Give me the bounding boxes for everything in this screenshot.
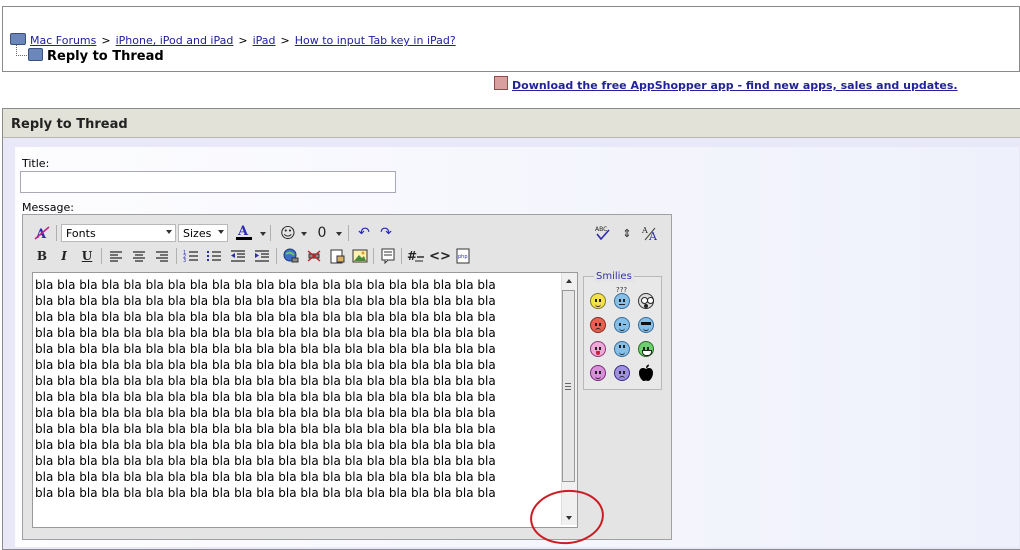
page-title-text: Reply to Thread bbox=[47, 49, 164, 64]
promo-banner: Download the free AppShopper app - find … bbox=[494, 76, 958, 92]
breadcrumb-separator: > bbox=[101, 34, 111, 47]
page-title: Reply to Thread bbox=[28, 48, 164, 64]
size-select[interactable]: Sizes bbox=[178, 224, 228, 242]
attachment-icon[interactable]: 0 bbox=[312, 224, 332, 242]
ordered-list-icon[interactable]: 123 bbox=[181, 247, 201, 265]
toolbar-divider bbox=[270, 225, 271, 241]
grip-line bbox=[565, 383, 571, 384]
switch-editor-mode-icon[interactable]: AA bbox=[640, 224, 660, 242]
rolleyes-icon[interactable] bbox=[614, 341, 630, 357]
align-center-icon[interactable] bbox=[129, 247, 149, 265]
quote-icon[interactable] bbox=[378, 247, 398, 265]
forum-home-icon[interactable] bbox=[10, 33, 26, 45]
breadcrumb-separator: > bbox=[280, 34, 290, 47]
wrap-code-icon[interactable]: # bbox=[406, 247, 426, 265]
smilies-title: Smilies bbox=[594, 271, 634, 282]
wink-icon[interactable] bbox=[614, 317, 630, 333]
chevron-down-icon bbox=[166, 230, 172, 234]
remove-format-icon[interactable]: A bbox=[32, 224, 52, 242]
size-select-value: Sizes bbox=[183, 226, 212, 240]
apple-icon[interactable] bbox=[638, 364, 654, 382]
toolbar-divider bbox=[56, 225, 57, 241]
svg-text:A: A bbox=[648, 230, 658, 242]
grip-line bbox=[565, 389, 571, 390]
font-select-value: Fonts bbox=[66, 226, 96, 240]
reply-panel-title: Reply to Thread bbox=[11, 117, 128, 132]
insert-smilie-icon[interactable]: ☺ bbox=[278, 224, 298, 242]
underline-button[interactable]: U bbox=[77, 247, 97, 265]
align-right-icon[interactable] bbox=[152, 247, 172, 265]
toolbar-divider bbox=[348, 225, 349, 241]
svg-text:3: 3 bbox=[183, 258, 186, 263]
outdent-icon[interactable] bbox=[228, 247, 248, 265]
grip-line bbox=[565, 386, 571, 387]
cool-icon[interactable] bbox=[638, 317, 654, 333]
insert-image-icon[interactable] bbox=[350, 247, 370, 265]
wrap-html-icon[interactable]: <> bbox=[429, 247, 451, 265]
undo-icon[interactable]: ↶ bbox=[354, 224, 374, 242]
font-select[interactable]: Fonts bbox=[61, 224, 176, 242]
toolbar-divider bbox=[101, 248, 102, 264]
breadcrumb: Mac Forums > iPhone, iPod and iPad > iPad > Ho… bbox=[10, 33, 456, 47]
font-color-icon[interactable]: A bbox=[234, 223, 254, 241]
breadcrumb-link-ipad[interactable]: iPad bbox=[253, 34, 276, 47]
smile-icon[interactable] bbox=[590, 293, 606, 309]
title-input[interactable] bbox=[20, 171, 396, 193]
insert-email-icon[interactable] bbox=[327, 247, 347, 265]
breadcrumb-link-thread[interactable]: How to input Tab key in iPad? bbox=[295, 34, 456, 47]
chevron-down-icon[interactable] bbox=[336, 232, 342, 236]
message-text: bla bla bla bla bla bla bla bla bla bla … bbox=[35, 278, 496, 500]
tongue-icon[interactable] bbox=[590, 341, 606, 357]
svg-text:A: A bbox=[641, 226, 648, 235]
toolbar-divider bbox=[176, 248, 177, 264]
breadcrumb-tree-line bbox=[16, 45, 27, 56]
message-label: Message: bbox=[22, 201, 74, 214]
frown-icon[interactable] bbox=[614, 365, 630, 381]
chevron-down-icon bbox=[218, 230, 224, 234]
chevron-down-icon[interactable] bbox=[301, 232, 307, 236]
grin-icon[interactable] bbox=[638, 341, 654, 357]
chevron-down-icon[interactable] bbox=[260, 232, 266, 236]
italic-button[interactable]: I bbox=[54, 247, 74, 265]
appshopper-icon bbox=[494, 76, 508, 90]
scroll-up-arrow-icon[interactable] bbox=[566, 279, 572, 283]
eek-icon[interactable] bbox=[638, 293, 654, 309]
toolbar-divider bbox=[401, 248, 402, 264]
align-left-icon[interactable] bbox=[106, 247, 126, 265]
toolbar-divider bbox=[276, 248, 277, 264]
breadcrumb-link-iphone-ipod-ipad[interactable]: iPhone, iPod and iPad bbox=[116, 34, 234, 47]
title-label: Title: bbox=[22, 157, 50, 170]
svg-text:ABC: ABC bbox=[595, 226, 607, 233]
biggrin-icon[interactable] bbox=[590, 365, 606, 381]
wrap-php-icon[interactable]: php bbox=[453, 247, 473, 265]
unordered-list-icon[interactable] bbox=[204, 247, 224, 265]
toolbar-divider bbox=[373, 248, 374, 264]
insert-link-icon[interactable] bbox=[281, 247, 301, 265]
promo-link[interactable]: Download the free AppShopper app - find … bbox=[512, 79, 958, 92]
confused-icon[interactable] bbox=[614, 293, 630, 309]
bold-button[interactable]: B bbox=[32, 247, 52, 265]
spellcheck-icon[interactable]: ABC bbox=[593, 224, 613, 242]
reply-panel-header: Reply to Thread bbox=[3, 109, 1020, 138]
indent-icon[interactable] bbox=[252, 247, 272, 265]
svg-text:A: A bbox=[237, 224, 249, 239]
breadcrumb-separator: > bbox=[238, 34, 248, 47]
resize-editor-icon[interactable]: ⇕ bbox=[617, 224, 637, 242]
message-textarea[interactable]: bla bla bla bla bla bla bla bla bla bla … bbox=[32, 272, 578, 528]
redo-icon[interactable]: ↷ bbox=[376, 224, 396, 242]
breadcrumb-link-mac-forums[interactable]: Mac Forums bbox=[30, 34, 96, 47]
mad-icon[interactable] bbox=[590, 317, 606, 333]
thread-folder-icon bbox=[28, 48, 43, 61]
remove-link-icon[interactable] bbox=[304, 247, 324, 265]
svg-text:php: php bbox=[458, 254, 468, 260]
